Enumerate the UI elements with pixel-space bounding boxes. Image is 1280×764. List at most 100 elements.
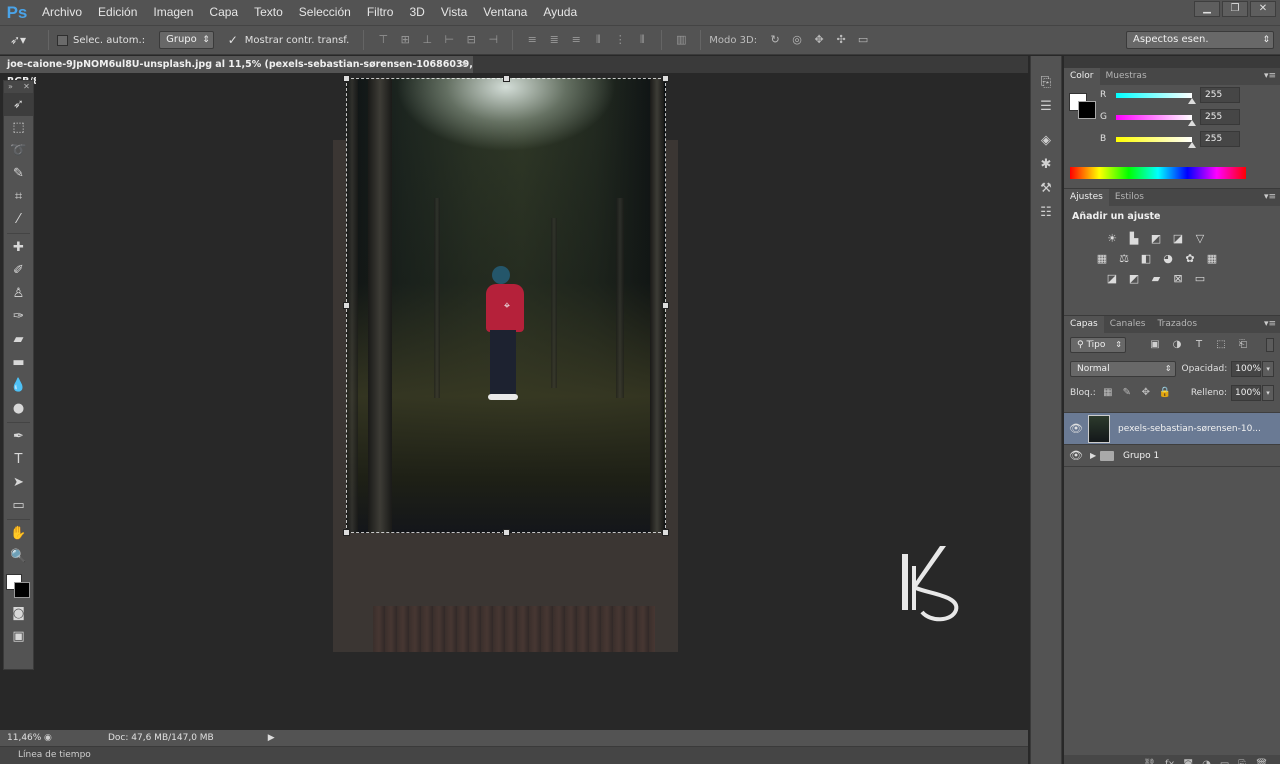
distribute-right-icon[interactable]: ⦀	[636, 34, 648, 46]
transform-handle-top-right[interactable]	[662, 75, 669, 82]
show-transform-checkbox[interactable]: ✓	[228, 34, 240, 46]
distribute-top-icon[interactable]: ≡	[526, 34, 538, 46]
transform-handle-bottom[interactable]	[503, 529, 510, 536]
history-brush-tool-icon[interactable]: ✑	[4, 305, 33, 328]
zoom-tool-icon[interactable]: 🔍	[4, 545, 33, 568]
proof-icon[interactable]: ◉	[44, 733, 58, 743]
slide-3d-icon[interactable]: ✣	[835, 34, 847, 46]
blue-channel-value[interactable]: 255	[1200, 131, 1240, 147]
tab-muestras[interactable]: Muestras	[1100, 68, 1153, 85]
menu-filtro[interactable]: Filtro	[359, 0, 402, 25]
visibility-eye-icon[interactable]: 👁	[1064, 422, 1088, 435]
properties-panel-icon[interactable]: ☰	[1031, 94, 1061, 118]
auto-select-dropdown[interactable]: Grupo	[159, 31, 214, 49]
dodge-tool-icon[interactable]: ●	[4, 397, 33, 420]
background-color-swatch[interactable]	[14, 582, 30, 598]
green-channel-value[interactable]: 255	[1200, 109, 1240, 125]
roll-3d-icon[interactable]: ◎	[791, 34, 803, 46]
eraser-tool-icon[interactable]: ▰	[4, 328, 33, 351]
eyedropper-tool-icon[interactable]: ⁄	[4, 208, 33, 231]
distribute-left-icon[interactable]: ⦀	[592, 34, 604, 46]
fill-dropdown-icon[interactable]: ▾	[1262, 385, 1274, 401]
tools-panel-header[interactable]: » ✕	[4, 81, 33, 93]
transform-handle-left[interactable]	[343, 302, 350, 309]
timeline-panel-tab[interactable]: Línea de tiempo	[0, 746, 1028, 764]
visibility-eye-icon[interactable]: 👁	[1064, 449, 1088, 462]
filter-toggle[interactable]	[1266, 338, 1274, 352]
filter-pixel-icon[interactable]: ▣	[1148, 338, 1162, 352]
menu-archivo[interactable]: Archivo	[34, 0, 90, 25]
close-button[interactable]: ✕	[1250, 1, 1276, 17]
invert-icon[interactable]: ◪	[1104, 271, 1120, 287]
transform-handle-bottom-right[interactable]	[662, 529, 669, 536]
hand-tool-icon[interactable]: ✋	[4, 522, 33, 545]
menu-edicion[interactable]: Edición	[90, 0, 145, 25]
gradient-tool-icon[interactable]: ▬	[4, 351, 33, 374]
new-group-icon[interactable]: ▭	[1220, 759, 1229, 764]
history-panel-icon[interactable]: ⎘	[1031, 70, 1061, 94]
quick-mask-icon[interactable]: ◙	[4, 602, 33, 625]
channel-mixer-icon[interactable]: ✿	[1182, 251, 1198, 267]
add-mask-icon[interactable]: ◙	[1183, 759, 1193, 764]
distribute-hcenter-icon[interactable]: ⋮	[614, 34, 626, 46]
filter-shape-icon[interactable]: ⬚	[1214, 338, 1228, 352]
lock-all-icon[interactable]: 🔒	[1158, 386, 1172, 400]
color-lookup-icon[interactable]: ▦	[1204, 251, 1220, 267]
blue-channel-slider[interactable]	[1116, 136, 1196, 148]
rectangle-tool-icon[interactable]: ▭	[4, 494, 33, 517]
distribute-bottom-icon[interactable]: ≡	[570, 34, 582, 46]
rotate-3d-icon[interactable]: ↻	[769, 34, 781, 46]
tab-trazados[interactable]: Trazados	[1151, 316, 1203, 333]
filter-smart-object-icon[interactable]: ⎗	[1236, 338, 1250, 352]
color-balance-icon[interactable]: ⚖	[1116, 251, 1132, 267]
tab-estilos[interactable]: Estilos	[1109, 189, 1150, 206]
status-menu-arrow-icon[interactable]: ▶	[268, 733, 275, 743]
auto-align-icon[interactable]: ▥	[675, 34, 687, 46]
menu-3d[interactable]: 3D	[401, 0, 432, 25]
menu-ayuda[interactable]: Ayuda	[535, 0, 585, 25]
scale-3d-icon[interactable]: ▭	[857, 34, 869, 46]
menu-ventana[interactable]: Ventana	[475, 0, 535, 25]
workspace-dropdown[interactable]: Aspectos esen.	[1126, 31, 1274, 49]
levels-icon[interactable]: ▙	[1126, 231, 1142, 247]
red-channel-value[interactable]: 255	[1200, 87, 1240, 103]
slider-thumb[interactable]	[1188, 141, 1196, 148]
pan-3d-icon[interactable]: ✥	[813, 34, 825, 46]
align-bottom-icon[interactable]: ⊥	[421, 34, 433, 46]
color-spectrum-bar[interactable]	[1070, 167, 1246, 179]
curves-icon[interactable]: ◩	[1148, 231, 1164, 247]
tab-capas[interactable]: Capas	[1064, 316, 1104, 333]
opacity-field[interactable]: 100%	[1231, 361, 1262, 377]
minimize-button[interactable]: ▁	[1194, 1, 1220, 17]
lock-position-icon[interactable]: ✥	[1139, 386, 1153, 400]
tab-canales[interactable]: Canales	[1104, 316, 1152, 333]
pen-tool-icon[interactable]: ✒	[4, 425, 33, 448]
delete-layer-icon[interactable]: 🗑	[1255, 759, 1268, 764]
black-white-icon[interactable]: ◧	[1138, 251, 1154, 267]
brush-tool-icon[interactable]: ✐	[4, 259, 33, 282]
panel-background-swatch[interactable]	[1078, 101, 1096, 119]
slider-thumb[interactable]	[1188, 97, 1196, 104]
document-tab[interactable]: joe-caione-9JpNOM6ul8U-unsplash.jpg al 1…	[0, 56, 473, 87]
clone-stamp-tool-icon[interactable]: ♙	[4, 282, 33, 305]
hue-saturation-icon[interactable]: ▦	[1094, 251, 1110, 267]
align-hcenter-icon[interactable]: ⊟	[465, 34, 477, 46]
panel-menu-icon[interactable]: ▾≡	[1264, 316, 1276, 333]
new-layer-icon[interactable]: ⎘	[1238, 759, 1246, 764]
menu-vista[interactable]: Vista	[433, 0, 475, 25]
free-transform-box[interactable]: ⌖	[343, 75, 669, 536]
close-document-icon[interactable]: ×	[460, 56, 468, 73]
transform-handle-right[interactable]	[662, 302, 669, 309]
gradient-map-icon[interactable]: ▭	[1192, 271, 1208, 287]
lasso-tool-icon[interactable]: ➰	[4, 139, 33, 162]
opacity-dropdown-icon[interactable]: ▾	[1262, 361, 1274, 377]
menu-capa[interactable]: Capa	[201, 0, 246, 25]
link-layers-icon[interactable]: ⛓	[1143, 759, 1156, 764]
menu-imagen[interactable]: Imagen	[145, 0, 201, 25]
tool-presets-panel-icon[interactable]: ⚒	[1031, 176, 1061, 200]
vibrance-icon[interactable]: ▽	[1192, 231, 1208, 247]
layer-style-icon[interactable]: fx	[1165, 759, 1174, 764]
zoom-level[interactable]: 11,46%	[0, 733, 41, 743]
transform-handle-top-left[interactable]	[343, 75, 350, 82]
auto-select-checkbox[interactable]	[57, 34, 68, 46]
